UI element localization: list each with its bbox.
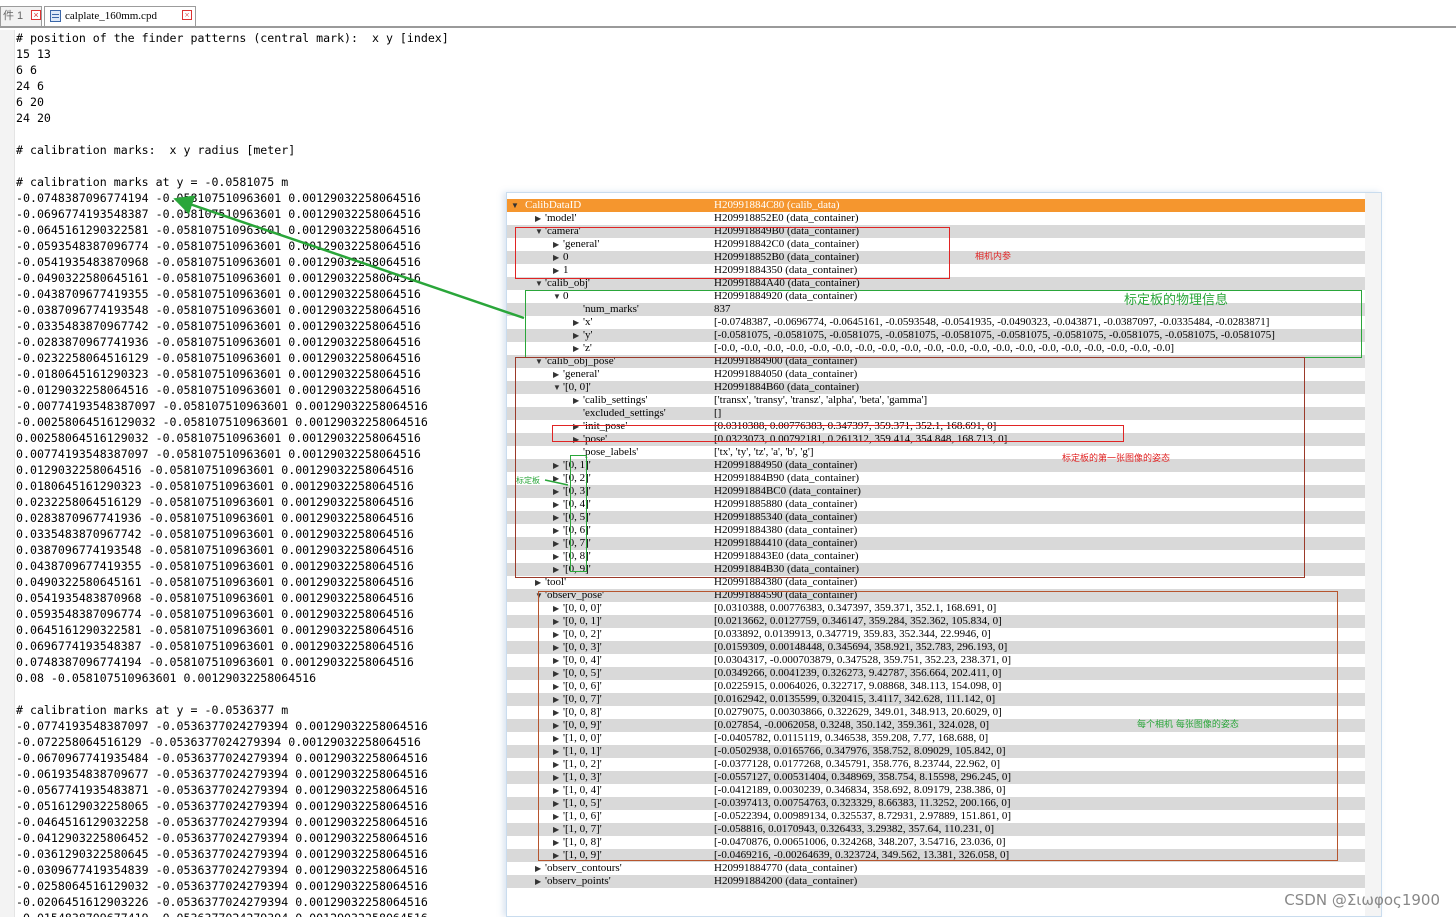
editor-line[interactable]: 6 20	[16, 94, 506, 110]
close-icon[interactable]: ×	[31, 10, 41, 20]
tree-row-value: H20991884C80 (calib_data)	[714, 199, 840, 211]
editor-line[interactable]: 0.0180645161290323 -0.058107510963601 0.…	[16, 478, 506, 494]
editor-line[interactable]: -0.0774193548387097 -0.0536377024279394 …	[16, 718, 506, 734]
editor-line[interactable]: 0.0645161290322581 -0.058107510963601 0.…	[16, 622, 506, 638]
tree-row-name: CalibDataID	[525, 199, 582, 211]
editor-line[interactable]	[16, 686, 506, 702]
editor-gutter	[0, 30, 15, 917]
plate-physical-label: 标定板的物理信息	[1124, 293, 1229, 308]
tab-file-1-label: 件 1	[3, 10, 24, 22]
editor-line[interactable]: -0.0619354838709677 -0.0536377024279394 …	[16, 766, 506, 782]
editor-line[interactable]: -0.0696774193548387 -0.058107510963601 0…	[16, 206, 506, 222]
editor-line[interactable]: -0.0670967741935484 -0.0536377024279394 …	[16, 750, 506, 766]
editor-line[interactable]: 0.0593548387096774 -0.058107510963601 0.…	[16, 606, 506, 622]
editor-line[interactable]: -0.0335483870967742 -0.058107510963601 0…	[16, 318, 506, 334]
editor-line[interactable]: -0.0464516129032258 -0.0536377024279394 …	[16, 814, 506, 830]
tree-row-value: H20991884770 (data_container)	[714, 862, 858, 874]
editor-line[interactable]: 0.0748387096774194 -0.058107510963601 0.…	[16, 654, 506, 670]
editor-line[interactable]: -0.0283870967741936 -0.058107510963601 0…	[16, 334, 506, 350]
editor-line[interactable]: -0.0438709677419355 -0.058107510963601 0…	[16, 286, 506, 302]
expanded-arrow-icon[interactable]: ▼	[511, 199, 519, 212]
editor-line[interactable]: -0.00258064516129032 -0.058107510963601 …	[16, 414, 506, 430]
editor-line[interactable]: 0.0696774193548387 -0.058107510963601 0.…	[16, 638, 506, 654]
collapsed-arrow-icon[interactable]: ▶	[535, 875, 543, 888]
editor-line[interactable]: 0.0335483870967742 -0.058107510963601 0.…	[16, 526, 506, 542]
editor-line[interactable]: -0.0361290322580645 -0.0536377024279394 …	[16, 846, 506, 862]
tree-row[interactable]: ▶'model' H209918852E0 (data_container)	[507, 212, 1365, 225]
tab-bar: 件 1 × calplate_160mm.cpd ×	[0, 0, 1456, 28]
editor-line[interactable]: -0.0748387096774194 -0.058107510963601 0…	[16, 190, 506, 206]
editor-line[interactable]: -0.0516129032258065 -0.0536377024279394 …	[16, 798, 506, 814]
calib-obj-pose-box	[515, 357, 1305, 578]
tab-calplate-file[interactable]: calplate_160mm.cpd ×	[44, 6, 196, 26]
editor-line[interactable]: # calibration marks at y = -0.0536377 m	[16, 702, 506, 718]
editor-line[interactable]: 0.0283870967741936 -0.058107510963601 0.…	[16, 510, 506, 526]
editor-line[interactable]: -0.0541935483870968 -0.058107510963601 0…	[16, 254, 506, 270]
editor-line[interactable]: -0.0258064516129032 -0.0536377024279394 …	[16, 878, 506, 894]
editor-line[interactable]: 0.0438709677419355 -0.058107510963601 0.…	[16, 558, 506, 574]
tree-row[interactable]: ▶'observ_points' H20991884200 (data_conta…	[507, 875, 1365, 888]
editor-line[interactable]: -0.0412903225806452 -0.0536377024279394 …	[16, 830, 506, 846]
first-pose-label: 标定板的第一张图像的姿态	[1062, 454, 1171, 464]
tree-row-value: H209918852E0 (data_container)	[714, 212, 859, 224]
editor-line[interactable]: 15 13	[16, 46, 506, 62]
editor-line[interactable]: -0.00774193548387097 -0.058107510963601 …	[16, 398, 506, 414]
camera-params-box	[515, 227, 950, 279]
editor-line[interactable]: # position of the finder patterns (centr…	[16, 30, 506, 46]
editor-line[interactable]: -0.0154838709677419 -0.0536377024279394 …	[16, 910, 506, 917]
collapsed-arrow-icon[interactable]: ▶	[535, 212, 543, 225]
editor-line[interactable]: -0.0387096774193548 -0.058107510963601 0…	[16, 302, 506, 318]
editor-line[interactable]: # calibration marks: x y radius [meter]	[16, 142, 506, 158]
close-icon[interactable]: ×	[182, 10, 192, 20]
watermark: CSDN @Σιωφος1900	[1284, 891, 1440, 909]
editor-line[interactable]: 24 20	[16, 110, 506, 126]
editor-line[interactable]: # calibration marks at y = -0.0581075 m	[16, 174, 506, 190]
editor-line[interactable]: 6 6	[16, 62, 506, 78]
editor-line[interactable]: 0.00258064516129032 -0.058107510963601 0…	[16, 430, 506, 446]
tree-row-name: 'model'	[545, 212, 577, 224]
editor-line[interactable]: 0.0387096774193548 -0.058107510963601 0.…	[16, 542, 506, 558]
editor-line[interactable]: -0.0180645161290323 -0.058107510963601 0…	[16, 366, 506, 382]
tree-row-name: 'observ_contours'	[545, 862, 622, 874]
first-pose-box	[552, 425, 1124, 442]
editor-line[interactable]: -0.0232258064516129 -0.058107510963601 0…	[16, 350, 506, 366]
editor-line[interactable]: -0.0567741935483871 -0.0536377024279394 …	[16, 782, 506, 798]
plate-physical-box	[525, 290, 1362, 358]
editor-line[interactable]: 0.0541935483870968 -0.058107510963601 0.…	[16, 590, 506, 606]
tree-row[interactable]: ▼ CalibDataID H20991884C80 (calib_data)	[507, 199, 1365, 212]
tree-row-value: H20991884200 (data_container)	[714, 875, 858, 887]
editor-line[interactable]: -0.0490322580645161 -0.058107510963601 0…	[16, 270, 506, 286]
plate-index-box	[570, 455, 587, 572]
editor-line[interactable]: 0.0232258064516129 -0.058107510963601 0.…	[16, 494, 506, 510]
observ-pose-label: 每个相机 每张图像的姿态	[1137, 720, 1239, 730]
collapsed-arrow-icon[interactable]: ▶	[535, 862, 543, 875]
editor-line[interactable]	[16, 158, 506, 174]
vertical-scrollbar[interactable]	[1365, 193, 1381, 916]
editor-line[interactable]: -0.072258064516129 -0.0536377024279394 0…	[16, 734, 506, 750]
editor-line[interactable]: 0.08 -0.058107510963601 0.00129032258064…	[16, 670, 506, 686]
text-editor[interactable]: # position of the finder patterns (centr…	[16, 30, 506, 917]
editor-line[interactable]: -0.0206451612903226 -0.0536377024279394 …	[16, 894, 506, 910]
camera-params-label: 相机内参	[975, 252, 1012, 262]
plate-index-label: 标定板	[516, 476, 540, 485]
tab-file-1[interactable]: 件 1 ×	[0, 6, 42, 26]
editor-line[interactable]	[16, 126, 506, 142]
tree-row[interactable]: ▶'observ_contours' H20991884770 (data_con…	[507, 862, 1365, 875]
editor-line[interactable]: -0.0593548387096774 -0.058107510963601 0…	[16, 238, 506, 254]
editor-line[interactable]: -0.0129032258064516 -0.058107510963601 0…	[16, 382, 506, 398]
tree-row-name: 'observ_points'	[545, 875, 611, 887]
editor-line[interactable]: 0.0490322580645161 -0.058107510963601 0.…	[16, 574, 506, 590]
editor-line[interactable]: -0.0309677419354839 -0.0536377024279394 …	[16, 862, 506, 878]
editor-line[interactable]: 0.00774193548387097 -0.058107510963601 0…	[16, 446, 506, 462]
editor-line[interactable]: 24 6	[16, 78, 506, 94]
editor-line[interactable]: 0.0129032258064516 -0.058107510963601 0.…	[16, 462, 506, 478]
file-icon	[50, 10, 61, 22]
tab-calplate-label: calplate_160mm.cpd	[65, 10, 157, 22]
editor-line[interactable]: -0.0645161290322581 -0.058107510963601 0…	[16, 222, 506, 238]
